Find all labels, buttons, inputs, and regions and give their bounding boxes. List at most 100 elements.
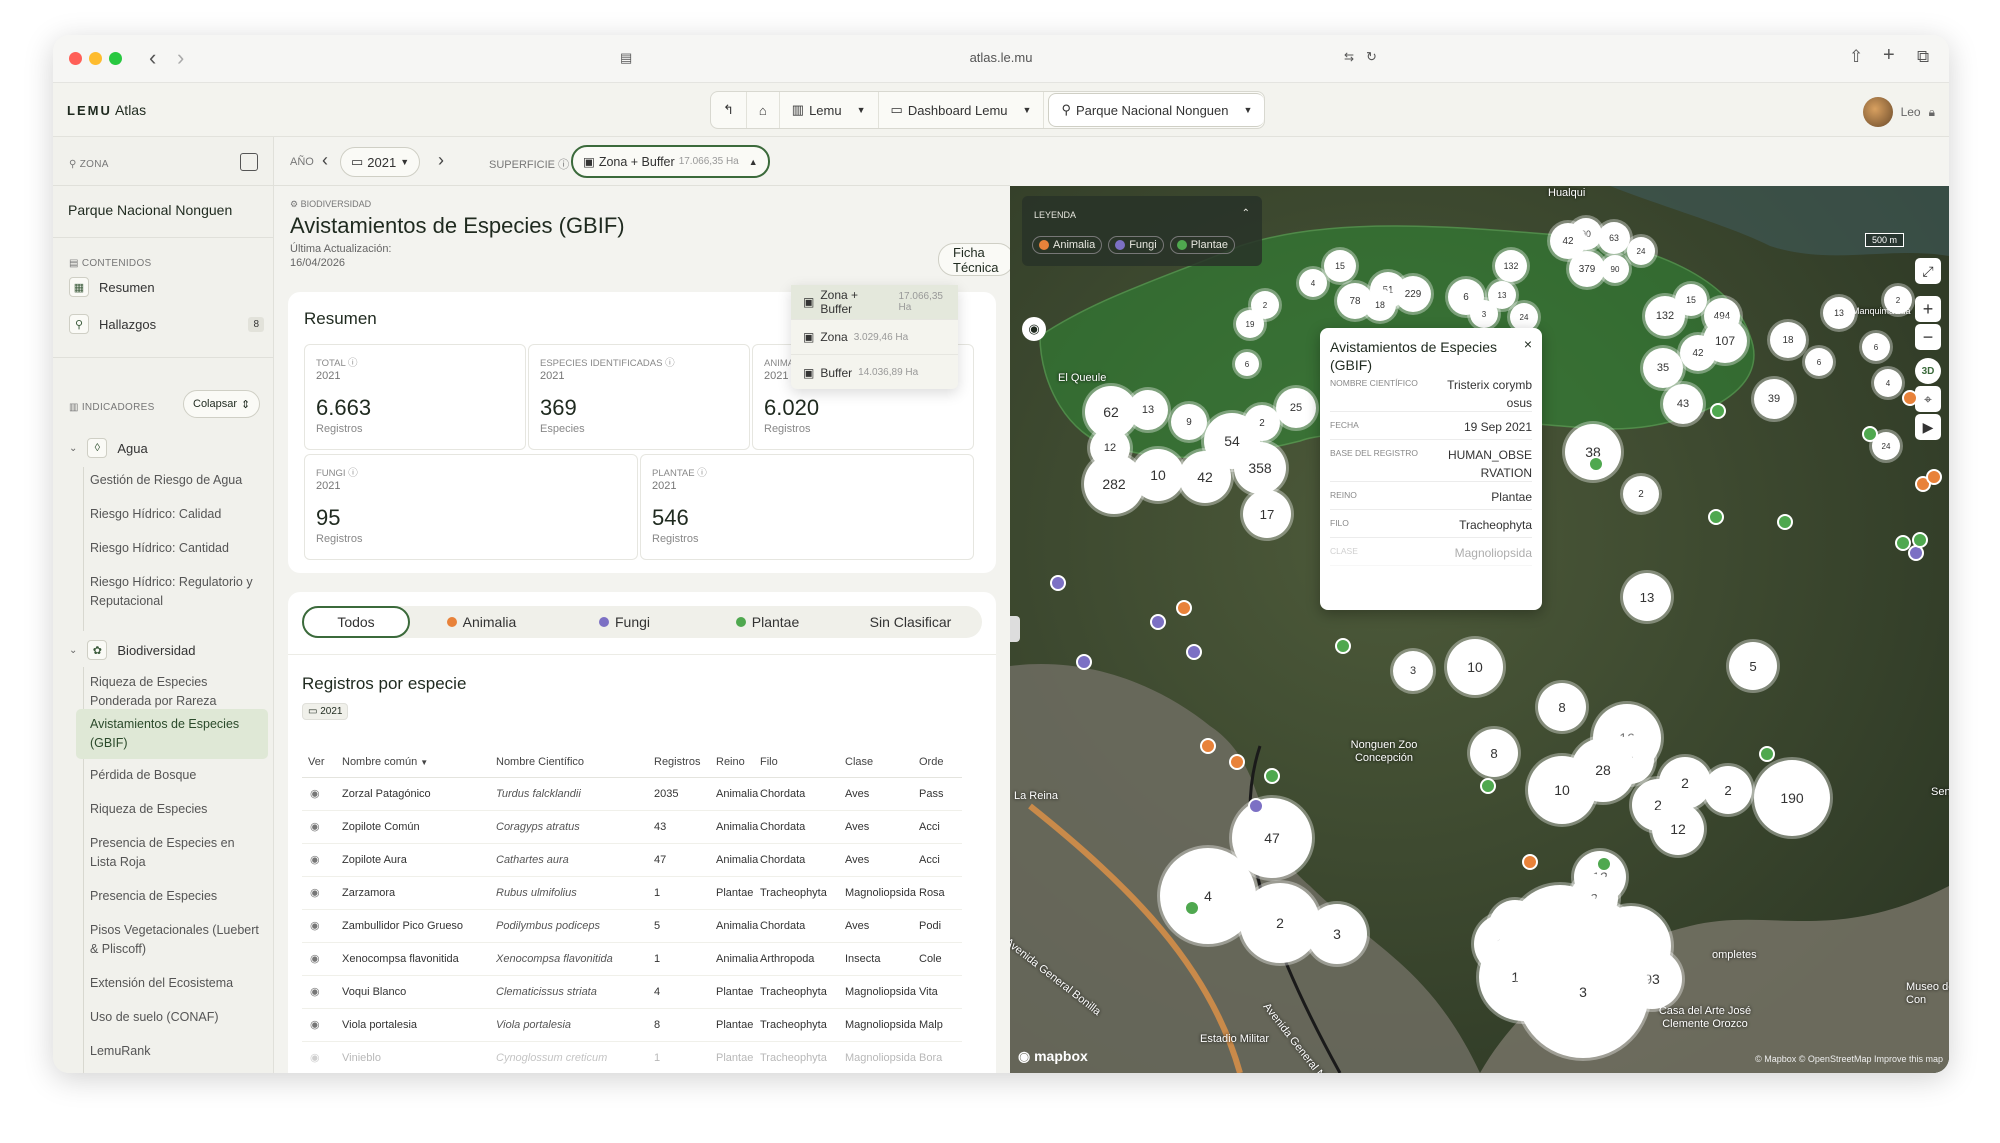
view-eye-icon[interactable]: ◉ xyxy=(302,975,342,1009)
fullscreen-icon[interactable]: ⤢ xyxy=(1915,258,1941,284)
legend-item-plantae[interactable]: Plantae xyxy=(1169,236,1236,254)
indicator-item[interactable]: Riesgo Hídrico: Cantidad xyxy=(90,535,262,562)
sidebar-item-resumen[interactable]: ▦ Resumen xyxy=(69,277,264,297)
translate-icon[interactable]: ⇆ xyxy=(1344,50,1354,64)
map-cluster[interactable]: 132 xyxy=(1645,296,1685,336)
map-observation-point[interactable] xyxy=(1710,403,1726,419)
map-observation-point[interactable] xyxy=(1522,854,1538,870)
indicator-item[interactable]: Pisos Vegetacionales (Luebert & Pliscoff… xyxy=(90,917,262,963)
map-cluster[interactable]: 6 xyxy=(1805,348,1833,376)
map-observation-point[interactable] xyxy=(1186,644,1202,660)
map-cluster[interactable]: 13 xyxy=(1823,297,1855,329)
next-year-icon[interactable]: › xyxy=(438,150,444,171)
chevron-up-icon[interactable]: ⌃ xyxy=(1242,208,1250,219)
map-cluster[interactable]: 42 xyxy=(1680,335,1716,371)
map-cluster[interactable]: 15 xyxy=(1324,250,1356,282)
prev-year-icon[interactable]: ‹ xyxy=(322,150,328,171)
map-cluster[interactable]: 8 xyxy=(1470,729,1518,777)
map-cluster[interactable]: 3 xyxy=(1393,651,1433,691)
map-cluster[interactable]: 5 xyxy=(1729,642,1777,690)
map-observation-point[interactable] xyxy=(1480,778,1496,794)
breadcrumb-dashboard[interactable]: ▭ Dashboard Lemu ▼ xyxy=(879,92,1045,128)
map-observation-point[interactable] xyxy=(1176,600,1192,616)
map-cluster[interactable]: 2 xyxy=(1244,405,1280,441)
collapse-button[interactable]: Colapsar ⇕ xyxy=(183,390,261,418)
table-row[interactable]: ◉ Vinieblo Cynoglossum creticum 1 Plantae Tra… xyxy=(302,1041,962,1073)
resize-handle[interactable] xyxy=(1010,616,1020,642)
indicator-item[interactable]: LemuRank xyxy=(90,1038,262,1065)
user-menu[interactable]: Leo 🔒︎ xyxy=(1862,97,1935,127)
map-cluster[interactable]: 2 xyxy=(1704,766,1752,814)
close-icon[interactable]: × xyxy=(1524,336,1532,352)
view-eye-icon[interactable]: ◉ xyxy=(302,1041,342,1073)
indicator-group-biodiversidad[interactable]: ⌄ ✿ Biodiversidad xyxy=(69,640,195,660)
share-icon[interactable]: ⇧ xyxy=(1849,47,1863,67)
table-row[interactable]: ◉ Zarzamora Rubus ulmifolius 1 Plantae Trache… xyxy=(302,876,962,910)
map-cluster[interactable]: 8 xyxy=(1538,683,1586,731)
indicator-group-agua[interactable]: ⌄ ◊ Agua xyxy=(69,438,148,458)
table-row[interactable]: ◉ Zopilote Aura Cathartes aura 47 Animalia Ch… xyxy=(302,843,962,877)
map-cluster[interactable]: 18 xyxy=(1770,322,1806,358)
new-tab-icon[interactable]: + xyxy=(1883,44,1895,67)
map-cluster[interactable]: 24 xyxy=(1510,303,1538,331)
map-observation-point[interactable] xyxy=(1150,614,1166,630)
map-observation-point[interactable] xyxy=(1902,390,1918,406)
map-observation-point[interactable] xyxy=(1588,456,1604,472)
map-cluster[interactable]: 24 xyxy=(1627,237,1655,265)
surface-option-zona-buffer[interactable]: ▣ Zona + Buffer 17.066,35 Ha xyxy=(791,285,958,320)
surface-option-zona[interactable]: ▣ Zona 3.029,46 Ha xyxy=(791,320,958,355)
tabs-overview-icon[interactable]: ⧉ xyxy=(1917,47,1929,67)
sidebar-item-hallazgos[interactable]: ⚲ Hallazgos 8 xyxy=(69,314,264,334)
zoom-in-icon[interactable]: + xyxy=(1915,296,1941,322)
map-cluster[interactable]: 90 xyxy=(1601,255,1629,283)
map-cluster[interactable]: 358 xyxy=(1234,442,1286,494)
map-cluster[interactable]: 4 xyxy=(1299,269,1327,297)
surface-option-buffer[interactable]: ▣ Buffer 14.036,89 Ha xyxy=(791,355,958,390)
url-bar[interactable]: atlas.le.mu xyxy=(53,50,1949,65)
map-cluster[interactable]: 63 xyxy=(1598,222,1630,254)
map-cluster[interactable]: 3 xyxy=(1470,300,1498,328)
map-cluster[interactable]: 3 xyxy=(1307,904,1367,964)
map-cluster[interactable]: 39 xyxy=(1754,379,1794,419)
table-row[interactable]: ◉ Viola portalesia Viola portalesia 8 Planta… xyxy=(302,1008,962,1042)
table-row[interactable]: ◉ Zopilote Común Coragyps atratus 43 Animali… xyxy=(302,810,962,844)
visibility-icon[interactable]: ◉ xyxy=(1022,317,1046,341)
view-eye-icon[interactable]: ◉ xyxy=(302,942,342,976)
map-observation-point[interactable] xyxy=(1596,856,1612,872)
map-observation-point[interactable] xyxy=(1777,514,1793,530)
home-icon[interactable]: ⌂ xyxy=(747,92,780,128)
table-row[interactable]: ◉ Voqui Blanco Clematicissus striata 4 Plant… xyxy=(302,975,962,1009)
map-cluster[interactable]: 3 xyxy=(1517,926,1649,1058)
map-observation-point[interactable] xyxy=(1912,532,1928,548)
ficha-tecnica-button[interactable]: Ficha Técnica xyxy=(938,243,1010,276)
map-observation-point[interactable] xyxy=(1076,654,1092,670)
zoom-out-icon[interactable]: − xyxy=(1915,324,1941,350)
map-attribution[interactable]: © Mapbox © OpenStreetMap Improve this ma… xyxy=(1755,1054,1943,1064)
map-observation-point[interactable] xyxy=(1335,638,1351,654)
map-cluster[interactable]: 2 xyxy=(1623,476,1659,512)
map-observation-point[interactable] xyxy=(1050,575,1066,591)
map-observation-point[interactable] xyxy=(1264,768,1280,784)
map-observation-point[interactable] xyxy=(1862,426,1878,442)
indicator-item[interactable]: Riesgo Hídrico: Calidad xyxy=(90,501,262,528)
play-icon[interactable]: ▶ xyxy=(1915,414,1941,440)
map-observation-point[interactable] xyxy=(1759,746,1775,762)
indicator-item[interactable]: Riqueza de Especies xyxy=(90,796,262,823)
map-cluster[interactable]: 12 xyxy=(1652,803,1704,855)
table-row[interactable]: ◉ Xenocompsa flavonitida Xenocompsa flavon… xyxy=(302,942,962,976)
indicator-item[interactable]: Extensión del Ecosistema xyxy=(90,970,262,997)
tab-todos[interactable]: Todos xyxy=(302,606,410,638)
map-cluster[interactable]: 379 xyxy=(1569,251,1605,287)
tab-sin-clasificar[interactable]: Sin Clasificar xyxy=(839,606,982,638)
map-cluster[interactable]: 132 xyxy=(1495,250,1527,282)
view-eye-icon[interactable]: ◉ xyxy=(302,843,342,877)
map-cluster[interactable]: 13 xyxy=(1623,573,1671,621)
table-row[interactable]: ◉ Zambullidor Pico Grueso Podilymbus podic… xyxy=(302,909,962,943)
map-cluster[interactable]: 229 xyxy=(1395,276,1431,312)
map-cluster[interactable]: 17 xyxy=(1243,490,1291,538)
view-eye-icon[interactable]: ◉ xyxy=(302,810,342,844)
map-observation-point[interactable] xyxy=(1708,509,1724,525)
view-eye-icon[interactable]: ◉ xyxy=(302,909,342,943)
view-eye-icon[interactable]: ◉ xyxy=(302,876,342,910)
column-header-sortable[interactable]: Nombre común ▼ xyxy=(342,747,496,778)
